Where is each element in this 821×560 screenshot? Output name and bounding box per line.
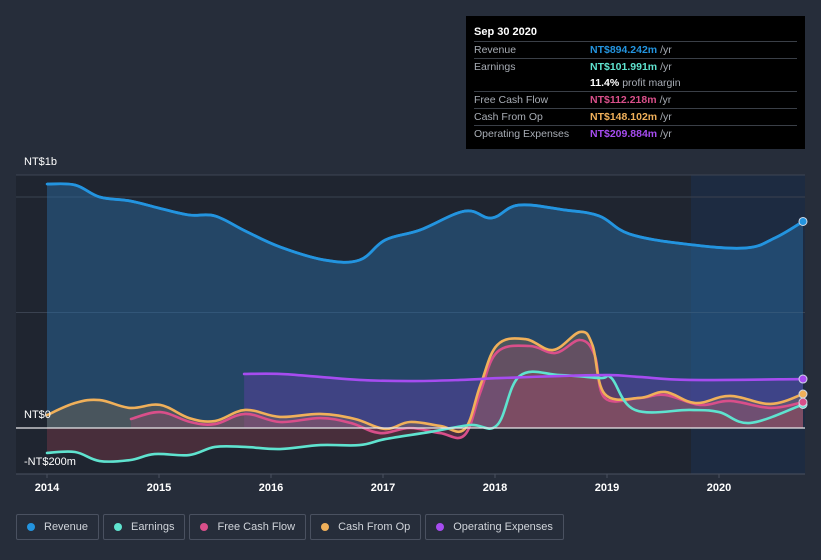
legend-dot-icon xyxy=(114,523,123,531)
tooltip-value: 11.4% xyxy=(590,77,620,89)
tooltip-unit: /yr xyxy=(660,61,672,73)
free-cash-flow-end-point xyxy=(798,397,808,407)
legend-item-operating-expenses[interactable]: Operating Expenses xyxy=(425,514,564,540)
legend-item-earnings[interactable]: Earnings xyxy=(103,514,186,540)
legend-dot-icon xyxy=(200,523,209,531)
tooltip-label: Operating Expenses xyxy=(474,128,570,140)
legend-label: Revenue xyxy=(44,521,89,533)
legend-label: Cash From Op xyxy=(338,521,411,533)
revenue-end-point xyxy=(798,216,808,226)
legend-label: Free Cash Flow xyxy=(217,521,296,533)
tooltip-value: NT$894.242m xyxy=(590,44,658,56)
tooltip-unit: /yr xyxy=(660,128,672,140)
legend: Revenue Earnings Free Cash Flow Cash Fro… xyxy=(16,514,564,540)
legend-dot-icon xyxy=(27,523,35,531)
tooltip-value: NT$148.102m xyxy=(590,111,658,123)
cash-from-op-end-point xyxy=(798,389,808,399)
legend-item-free-cash-flow[interactable]: Free Cash Flow xyxy=(189,514,307,540)
tooltip-row-operating-expenses: Operating Expenses NT$209.884m /yr xyxy=(474,126,797,142)
x-tick-label: 2014 xyxy=(34,482,60,494)
tooltip-label xyxy=(474,75,590,91)
tooltip-row-cash-from-op: Cash From Op NT$148.102m /yr xyxy=(474,109,797,126)
y-tick-label: NT$0 xyxy=(24,409,51,421)
legend-item-cash-from-op[interactable]: Cash From Op xyxy=(310,514,422,540)
legend-item-revenue[interactable]: Revenue xyxy=(16,514,100,540)
tooltip-label: Free Cash Flow xyxy=(474,94,549,106)
legend-label: Operating Expenses xyxy=(453,521,553,533)
x-tick-label: 2018 xyxy=(482,482,508,494)
tooltip-row-revenue: Revenue NT$894.242m /yr xyxy=(474,42,797,59)
tooltip: Sep 30 2020 Revenue NT$894.242m /yr Earn… xyxy=(466,16,805,149)
tooltip-unit: /yr xyxy=(660,111,672,123)
tooltip-unit: /yr xyxy=(660,44,672,56)
tooltip-value: NT$209.884m xyxy=(590,128,658,140)
x-tick-label: 2016 xyxy=(258,482,284,494)
tooltip-row-earnings: Earnings NT$101.991m /yr xyxy=(474,59,797,75)
tooltip-value: NT$101.991m xyxy=(590,61,658,73)
tooltip-label: Revenue xyxy=(474,44,517,56)
y-tick-label: -NT$200m xyxy=(24,456,76,468)
tooltip-row-profit-margin: 11.4% profit margin xyxy=(474,75,797,92)
legend-dot-icon xyxy=(321,523,330,531)
legend-dot-icon xyxy=(436,523,445,531)
y-tick-label: NT$1b xyxy=(24,156,58,168)
x-tick-label: 2015 xyxy=(146,482,172,494)
x-tick-label: 2019 xyxy=(594,482,620,494)
x-tick-label: 2020 xyxy=(706,482,732,494)
legend-label: Earnings xyxy=(131,521,175,533)
tooltip-label: Earnings xyxy=(474,61,516,73)
operating-expenses-end-point xyxy=(798,374,808,384)
tooltip-row-free-cash-flow: Free Cash Flow NT$112.218m /yr xyxy=(474,92,797,109)
x-tick-label: 2017 xyxy=(370,482,396,494)
tooltip-unit: /yr xyxy=(659,94,672,106)
tooltip-date: Sep 30 2020 xyxy=(474,24,797,42)
tooltip-label: Cash From Op xyxy=(474,111,543,123)
tooltip-value: NT$112.218m xyxy=(590,94,657,106)
tooltip-unit: profit margin xyxy=(622,77,681,89)
